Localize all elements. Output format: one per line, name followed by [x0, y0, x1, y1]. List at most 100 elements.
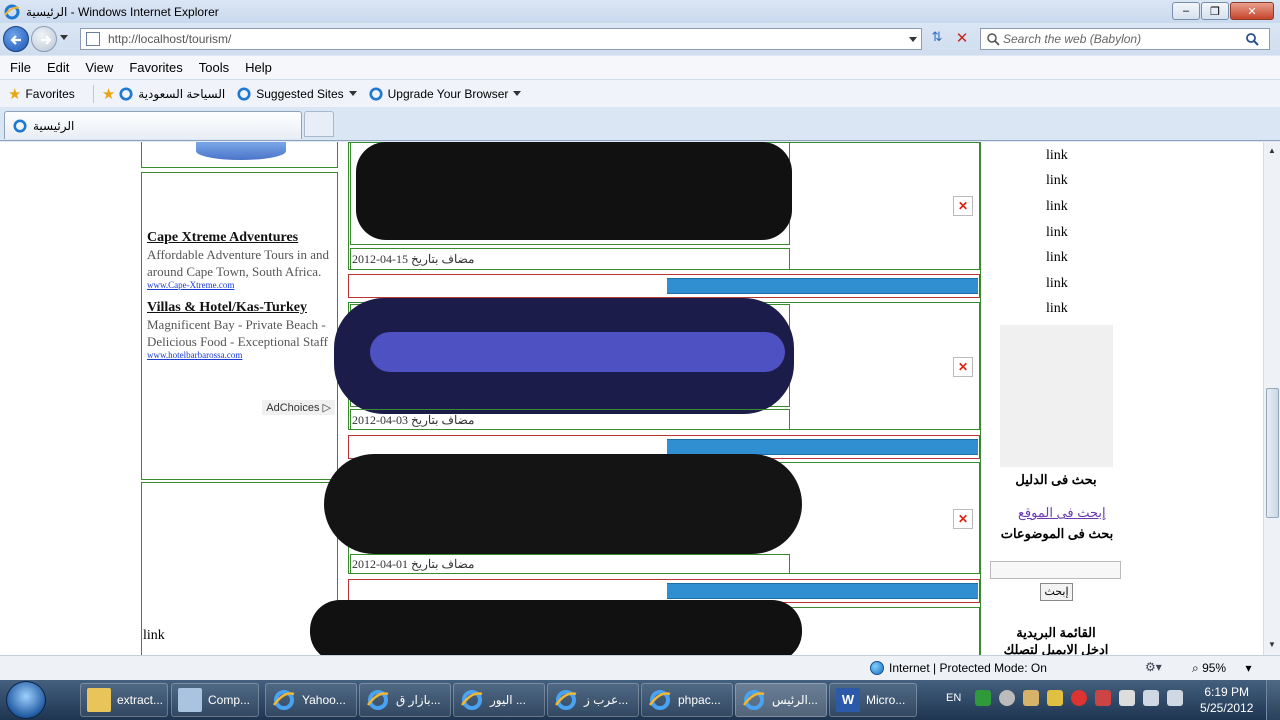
search-input[interactable] — [1003, 32, 1233, 46]
ad-title[interactable]: Villas & Hotel/Kas-Turkey — [147, 300, 335, 316]
ad-title[interactable]: Cape Xtreme Adventures — [147, 230, 335, 246]
sidebar-link[interactable]: link — [1046, 225, 1068, 241]
minimize-button[interactable]: – — [1172, 2, 1200, 20]
search-button[interactable]: إبحث — [1040, 583, 1073, 601]
tray-app-icon[interactable] — [1047, 690, 1063, 706]
volume-icon[interactable] — [1167, 690, 1183, 706]
sidebar-link[interactable]: link — [1046, 199, 1068, 215]
menu-favorites[interactable]: Favorites — [129, 60, 182, 75]
adchoices-link[interactable]: AdChoices ▷ — [262, 400, 335, 415]
tray-app-icon[interactable] — [999, 690, 1015, 706]
stop-icon[interactable]: ✕ — [951, 29, 973, 49]
vertical-scrollbar[interactable]: ▲ ▼ — [1263, 142, 1280, 655]
menu-view[interactable]: View — [85, 60, 113, 75]
ie-icon — [742, 690, 765, 710]
post-title-bar[interactable] — [667, 439, 978, 455]
sidebar-link[interactable]: link — [1046, 148, 1068, 164]
left-link[interactable]: link — [143, 628, 165, 644]
menu-help[interactable]: Help — [245, 60, 272, 75]
tray-app-icon[interactable] — [1119, 690, 1135, 706]
taskbar-clock[interactable]: 6:19 PM 5/25/2012 — [1200, 684, 1253, 716]
redacted-post-4 — [310, 600, 802, 655]
network-icon[interactable] — [1143, 690, 1159, 706]
menu-edit[interactable]: Edit — [47, 60, 69, 75]
tab-home[interactable]: الرئيسية — [4, 111, 302, 139]
chevron-down-icon — [513, 91, 522, 96]
fav-item-label: Suggested Sites — [256, 86, 344, 101]
menu-file[interactable]: File — [10, 60, 31, 75]
taskbar-item-ie[interactable]: اليور ... — [453, 683, 545, 717]
search-site-link[interactable]: إبحث فى الموقع — [1018, 505, 1106, 521]
chevron-down-icon — [348, 91, 357, 96]
sidebar-link[interactable]: link — [1046, 250, 1068, 266]
sidebar-link[interactable]: link — [1046, 301, 1068, 317]
ad-description: Affordable Adventure Tours in and around… — [147, 247, 330, 279]
taskbar-item-computer[interactable]: Comp... — [171, 683, 259, 717]
tray-app-icon[interactable] — [975, 690, 991, 706]
show-desktop-button[interactable] — [1266, 680, 1280, 720]
address-dropdown-icon[interactable] — [909, 37, 917, 42]
taskbar-item-word[interactable]: W Micro... — [829, 683, 917, 717]
broken-image-icon: ✕ — [953, 509, 973, 529]
fav-item-suggested-sites[interactable]: Suggested Sites — [237, 86, 357, 101]
scroll-thumb[interactable] — [1266, 388, 1279, 518]
protected-mode-icon[interactable]: ⚙▾ — [1145, 660, 1162, 674]
language-indicator[interactable]: EN — [946, 692, 961, 704]
redacted-post-1 — [356, 142, 792, 240]
forward-button[interactable] — [31, 26, 57, 52]
zoom-control[interactable]: ⌕ 95% ▾ — [1192, 661, 1251, 676]
sidebar-link[interactable]: link — [1046, 276, 1068, 292]
compatibility-refresh-icon[interactable]: ⇅ — [926, 29, 948, 49]
window-title: الرئيسية - Windows Internet Explorer — [26, 4, 219, 19]
search-box[interactable] — [980, 28, 1270, 50]
sidebar-link[interactable]: link — [1046, 173, 1068, 189]
taskbar-item-ie[interactable]: بازار ق... — [359, 683, 451, 717]
history-dropdown-icon[interactable] — [60, 35, 68, 40]
menu-bar: File Edit View Favorites Tools Help — [0, 56, 1280, 80]
post-date: 2012-04-01 مضاف بتاريخ — [352, 557, 475, 571]
new-tab-button[interactable] — [304, 111, 334, 137]
page-viewport: Cape Xtreme Adventures Affordable Advent… — [0, 142, 1263, 655]
taskbar-item-explorer[interactable]: extract... — [80, 683, 168, 717]
ie-icon — [272, 690, 295, 710]
ie-page-icon — [119, 86, 133, 101]
post-date: 2012-04-03 مضاف بتاريخ — [352, 413, 475, 427]
address-bar[interactable]: http://localhost/tourism/ — [80, 28, 922, 50]
address-url[interactable]: http://localhost/tourism/ — [108, 32, 231, 46]
ad-url[interactable]: www.Cape-Xtreme.com — [147, 280, 335, 290]
post-title-bar[interactable] — [667, 583, 978, 599]
taskbar-item-ie-active[interactable]: الرئيس... — [735, 683, 827, 717]
word-icon: W — [836, 688, 860, 712]
restore-button[interactable]: ❐ — [1201, 2, 1229, 20]
left-bottom-box — [141, 482, 338, 655]
back-button[interactable] — [3, 26, 29, 52]
ie-page-icon — [369, 86, 383, 101]
tray-app-icon[interactable] — [1023, 690, 1039, 706]
search-go-icon[interactable] — [1245, 32, 1259, 46]
search-topics-heading: بحث فى الموضوعات — [1000, 526, 1114, 541]
taskbar-item-label: Micro... — [866, 693, 906, 707]
close-button[interactable]: ✕ — [1230, 2, 1274, 20]
scroll-up-icon[interactable]: ▲ — [1268, 146, 1276, 155]
back-arrow-icon — [10, 35, 21, 45]
start-button[interactable] — [6, 681, 46, 719]
redacted-post-3 — [324, 454, 802, 554]
fav-item-saudi-tourism[interactable]: السياحة السعودية — [119, 87, 225, 101]
search-topics-input[interactable] — [990, 561, 1121, 579]
taskbar-item-ie[interactable]: phpac... — [641, 683, 733, 717]
post-title-bar[interactable] — [667, 278, 978, 294]
ad-url[interactable]: www.hotelbarbarossa.com — [147, 350, 335, 360]
favorites-bar: ★ Favorites ★ السياحة السعودية Suggested… — [0, 80, 1280, 107]
tray-app-icon[interactable] — [1071, 690, 1087, 706]
search-icon — [987, 33, 1000, 46]
fav-item-upgrade-browser[interactable]: Upgrade Your Browser — [369, 87, 522, 101]
taskbar-item-ie[interactable]: Yahoo... — [265, 683, 357, 717]
folder-icon — [87, 688, 111, 712]
favorites-button[interactable]: ★ Favorites — [0, 85, 75, 103]
menu-tools[interactable]: Tools — [199, 60, 229, 75]
add-to-favorites-icon[interactable]: ★ — [102, 85, 115, 103]
tray-app-icon[interactable] — [1095, 690, 1111, 706]
scroll-down-icon[interactable]: ▼ — [1268, 640, 1276, 649]
security-zone[interactable]: Internet | Protected Mode: On — [870, 661, 1047, 675]
taskbar-item-ie[interactable]: عرب ز... — [547, 683, 639, 717]
